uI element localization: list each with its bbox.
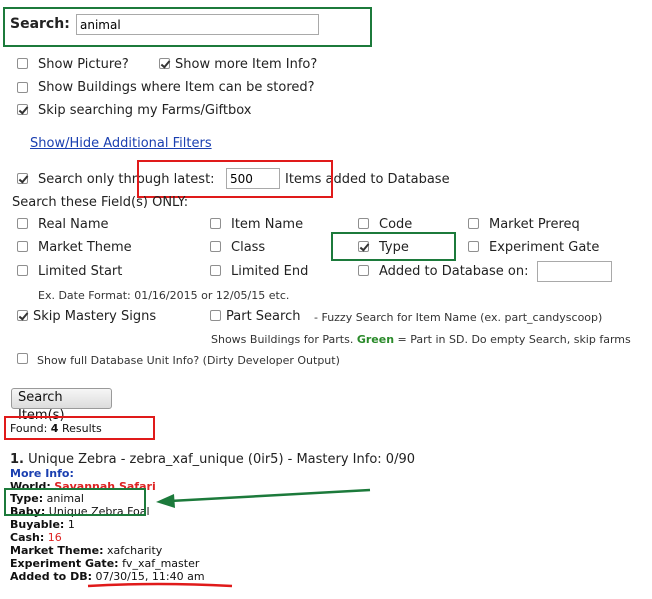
experiment-gate-row-label: Experiment Gate:: [10, 557, 119, 570]
item-name-checkbox[interactable]: [210, 218, 221, 229]
buyable-label: Buyable:: [10, 518, 65, 531]
code-checkbox[interactable]: [358, 218, 369, 229]
skip-mastery-checkbox[interactable]: [17, 310, 28, 321]
market-prereq-checkbox[interactable]: [468, 218, 479, 229]
cash-row: Cash: 16: [10, 531, 62, 544]
buildings-parts-after: = Part in SD. Do empty Search, skip farm…: [397, 333, 631, 346]
limited-end-label: Limited End: [231, 264, 309, 279]
skip-farms-checkbox[interactable]: [17, 104, 28, 115]
date-format-hint: Ex. Date Format: 01/16/2015 or 12/05/15 …: [38, 289, 290, 302]
class-label: Class: [231, 240, 266, 255]
experiment-gate-label: Experiment Gate: [489, 240, 600, 255]
market-theme-checkbox[interactable]: [17, 241, 28, 252]
search-highlight-box: [3, 7, 372, 47]
market-theme-label: Market Theme: [38, 240, 132, 255]
market-theme-row-value: xafcharity: [106, 544, 163, 557]
market-theme-row-label: Market Theme:: [10, 544, 104, 557]
item-name-label: Item Name: [231, 217, 304, 232]
show-buildings-label: Show Buildings where Item can be stored?: [38, 80, 315, 95]
show-picture-label: Show Picture?: [38, 57, 129, 72]
added-row-label: Added to DB:: [10, 570, 92, 583]
part-search-checkbox[interactable]: [210, 310, 221, 321]
market-prereq-label: Market Prereq: [489, 217, 580, 232]
buildings-parts-before: Shows Buildings for Parts.: [211, 333, 354, 346]
type-result-highlight-box: [4, 488, 146, 516]
full-info-checkbox[interactable]: [17, 353, 28, 364]
latest-highlight-box: [137, 160, 333, 198]
buyable-value: 1: [67, 518, 75, 531]
skip-farms-label: Skip searching my Farms/Giftbox: [38, 103, 252, 118]
cash-label: Cash:: [10, 531, 45, 544]
full-info-label: Show full Database Unit Info? (Dirty Dev…: [37, 354, 340, 367]
real-name-checkbox[interactable]: [17, 218, 28, 229]
added-to-db-label: Added to Database on:: [379, 264, 529, 279]
experiment-gate-row-value: fv_xaf_master: [122, 557, 200, 570]
experiment-gate-checkbox[interactable]: [468, 241, 479, 252]
result-title: 1. Unique Zebra - zebra_xaf_unique (0ir5…: [10, 452, 415, 467]
show-picture-checkbox[interactable]: [17, 58, 28, 69]
result-title-text: Unique Zebra - zebra_xaf_unique (0ir5) -…: [28, 452, 415, 467]
type-highlight-box: [331, 232, 456, 261]
date-underline-mark: [87, 582, 233, 588]
search-items-button[interactable]: Search Item(s): [11, 388, 112, 423]
more-info-label: More Info:: [10, 467, 74, 480]
limited-start-label: Limited Start: [38, 264, 123, 279]
experiment-gate-row: Experiment Gate: fv_xaf_master: [10, 557, 199, 570]
skip-mastery-label: Skip Mastery Signs: [33, 309, 157, 324]
buildings-parts-note: Shows Buildings for Parts. Green = Part …: [211, 333, 631, 346]
market-theme-row: Market Theme: xafcharity: [10, 544, 162, 557]
found-highlight-box: [4, 416, 155, 440]
result-index: 1.: [10, 452, 24, 467]
buyable-row: Buyable: 1: [10, 518, 75, 531]
added-to-db-checkbox[interactable]: [358, 265, 369, 276]
real-name-label: Real Name: [38, 217, 109, 232]
buildings-parts-green: Green: [356, 333, 395, 346]
show-more-info-checkbox[interactable]: [159, 58, 170, 69]
added-date-input[interactable]: [537, 261, 612, 282]
show-more-info-label: Show more Item Info?: [175, 57, 318, 72]
part-search-description: - Fuzzy Search for Item Name (ex. part_c…: [314, 311, 603, 324]
show-hide-filters-link[interactable]: Show/Hide Additional Filters: [30, 136, 212, 151]
show-buildings-checkbox[interactable]: [17, 82, 28, 93]
code-label: Code: [379, 217, 413, 232]
fields-heading: Search these Field(s) ONLY:: [12, 195, 189, 210]
class-checkbox[interactable]: [210, 241, 221, 252]
part-search-label: Part Search: [226, 309, 301, 324]
limited-start-checkbox[interactable]: [17, 265, 28, 276]
cash-value: 16: [47, 531, 62, 544]
search-latest-checkbox[interactable]: [17, 173, 28, 184]
annotation-arrow-icon: [156, 488, 371, 508]
limited-end-checkbox[interactable]: [210, 265, 221, 276]
